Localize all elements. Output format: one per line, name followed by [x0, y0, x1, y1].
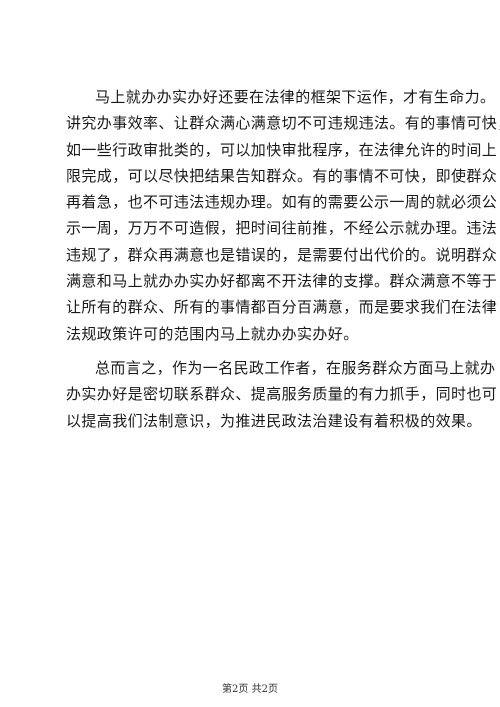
page-number-footer: 第2页 共2页	[222, 684, 278, 695]
document-page: 马上就办办实办好还要在法律的框架下运作，才有生命力。 讲究办事效率、让群众满心满…	[0, 0, 500, 707]
text-line: 违规了，群众再满意也是错误的，是需要付出代价的。说明群众	[66, 245, 498, 264]
text-line: 办实办好是密切联系群众、提高服务质量的有力抓手，同时也可	[66, 385, 498, 404]
text-line: 法规政策许可的范围内马上就办办实办好。	[66, 324, 359, 343]
text-line: 让所有的群众、所有的事情都百分百满意，而是要求我们在法律	[66, 298, 498, 317]
text-line: 限完成，可以尽快把结果告知群众。有的事情不可快，即使群众	[66, 166, 498, 185]
text-line: 以提高我们法制意识，为推进民政法治建设有着积极的效果。	[66, 411, 482, 430]
text-line: 马上就办办实办好还要在法律的框架下运作，才有生命力。	[95, 88, 496, 106]
text-line: 满意和马上就办办实办好都离不开法律的支撑。群众满意不等于	[66, 272, 498, 291]
text-line: 讲究办事效率、让群众满心满意切不可违规违法。有的事情可快，	[66, 114, 500, 133]
paragraph-conclusion: 总而言之，作为一名民政工作者，在服务群众方面马上就办 办实办好是密切联系群众、提…	[66, 355, 498, 434]
document-body: 马上就办办实办好还要在法律的框架下运作，才有生命力。 讲究办事效率、让群众满心满…	[66, 84, 500, 434]
text-line: 总而言之，作为一名民政工作者，在服务群众方面马上就办	[95, 358, 496, 377]
text-line: 再着急，也不可违法违规办理。如有的需要公示一周的就必须公	[66, 193, 498, 212]
paragraph-legal-framework: 马上就办办实办好还要在法律的框架下运作，才有生命力。 讲究办事效率、让群众满心满…	[66, 84, 500, 347]
text-line: 示一周，万万不可造假，把时间往前推，不经公示就办理。违法	[66, 219, 498, 238]
text-line: 如一些行政审批类的，可以加快审批程序，在法律允许的时间上	[66, 140, 498, 159]
